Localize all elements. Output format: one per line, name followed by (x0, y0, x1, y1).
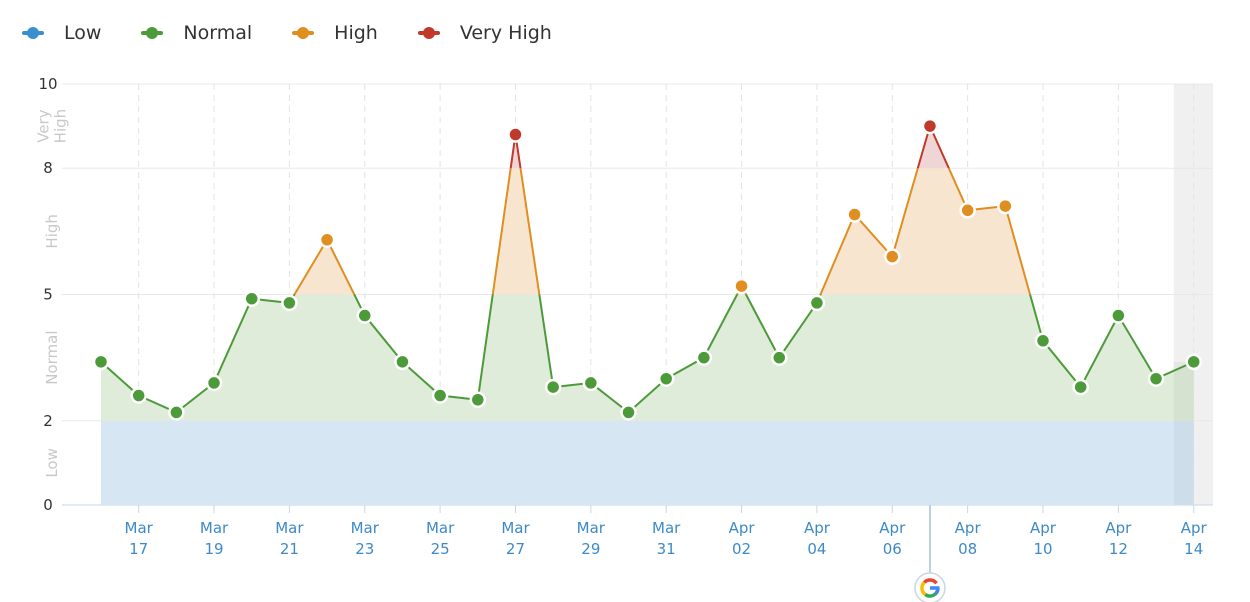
y-tick-label: 0 (43, 496, 53, 514)
data-point (394, 353, 411, 371)
y-tick-label: 10 (38, 75, 57, 93)
x-tick-label-day: 08 (958, 540, 977, 558)
data-point (431, 387, 449, 404)
data-point (356, 307, 374, 324)
band-label: High (52, 109, 70, 143)
data-point (959, 202, 976, 219)
band-label-group: High (43, 214, 61, 248)
data-point (733, 277, 750, 295)
data-point (1110, 307, 1127, 324)
x-tick-label-month: Mar (652, 519, 681, 537)
data-point (808, 294, 826, 312)
x-tick-label-month: Apr (804, 519, 831, 537)
x-tick-label-day: 29 (581, 540, 600, 558)
x-tick-label-month: Mar (501, 519, 530, 537)
band-label-group: Very High (35, 109, 70, 143)
data-point (243, 290, 260, 307)
data-point (620, 404, 637, 421)
data-point (281, 294, 298, 312)
x-tick-label-day: 06 (883, 540, 902, 558)
data-point (507, 126, 524, 143)
data-point (318, 231, 336, 249)
chart: 025810LowNormalHighVery HighMar17Mar19Mar… (35, 75, 1213, 602)
x-tick-label-day: 21 (280, 540, 299, 558)
data-point (695, 349, 713, 366)
band-label: Normal (43, 331, 61, 385)
x-tick-label-month: Mar (577, 519, 606, 537)
x-tick-label-month: Apr (879, 519, 906, 537)
band-label: Very (35, 109, 53, 142)
data-point (1034, 332, 1052, 350)
data-point (770, 349, 788, 366)
data-point (205, 374, 223, 392)
x-tick-label-day: 02 (732, 540, 751, 558)
google-update-marker[interactable] (914, 572, 946, 602)
x-tick-label-day: 25 (431, 540, 450, 558)
x-tick-label-day: 31 (657, 540, 676, 558)
data-point (1072, 378, 1089, 396)
data-point (846, 206, 863, 223)
incomplete-day-overlay (1173, 361, 1194, 505)
y-tick-label: 5 (43, 286, 53, 304)
data-point (1147, 370, 1165, 387)
data-point (582, 374, 600, 392)
data-point (997, 197, 1014, 215)
x-tick-label-month: Mar (426, 519, 455, 537)
x-tick-label-month: Apr (1105, 519, 1132, 537)
x-tick-label-day: 17 (129, 540, 148, 558)
y-tick-label: 8 (43, 159, 53, 177)
x-tick-label-day: 04 (807, 540, 826, 558)
x-tick-label-day: 12 (1109, 540, 1128, 558)
data-point (168, 404, 185, 421)
band-label-group: Low (43, 448, 61, 478)
x-tick-label-month: Apr (955, 519, 982, 537)
x-tick-label-month: Apr (729, 519, 756, 537)
band-label: High (43, 214, 61, 248)
data-point (657, 370, 675, 387)
x-tick-label-month: Mar (275, 519, 304, 537)
x-tick-label-month: Mar (125, 519, 154, 537)
band-label: Low (43, 448, 61, 478)
x-tick-label-day: 23 (355, 540, 374, 558)
x-tick-label-month: Mar (200, 519, 229, 537)
data-point (1185, 353, 1202, 371)
data-point (884, 248, 901, 265)
data-point (92, 353, 110, 371)
x-tick-label-month: Apr (1030, 519, 1057, 537)
y-tick-label: 2 (43, 412, 53, 430)
data-point (130, 387, 147, 404)
x-tick-label-day: 14 (1184, 540, 1203, 558)
band-label-group: Normal (43, 331, 61, 385)
x-tick-label-month: Mar (351, 519, 380, 537)
x-tick-label-day: 19 (204, 540, 223, 558)
data-point (921, 117, 939, 135)
x-tick-label-day: 27 (506, 540, 525, 558)
x-tick-label-month: Apr (1181, 519, 1208, 537)
x-tick-label-day: 10 (1033, 540, 1052, 558)
data-point (469, 391, 487, 408)
data-point (544, 378, 562, 396)
